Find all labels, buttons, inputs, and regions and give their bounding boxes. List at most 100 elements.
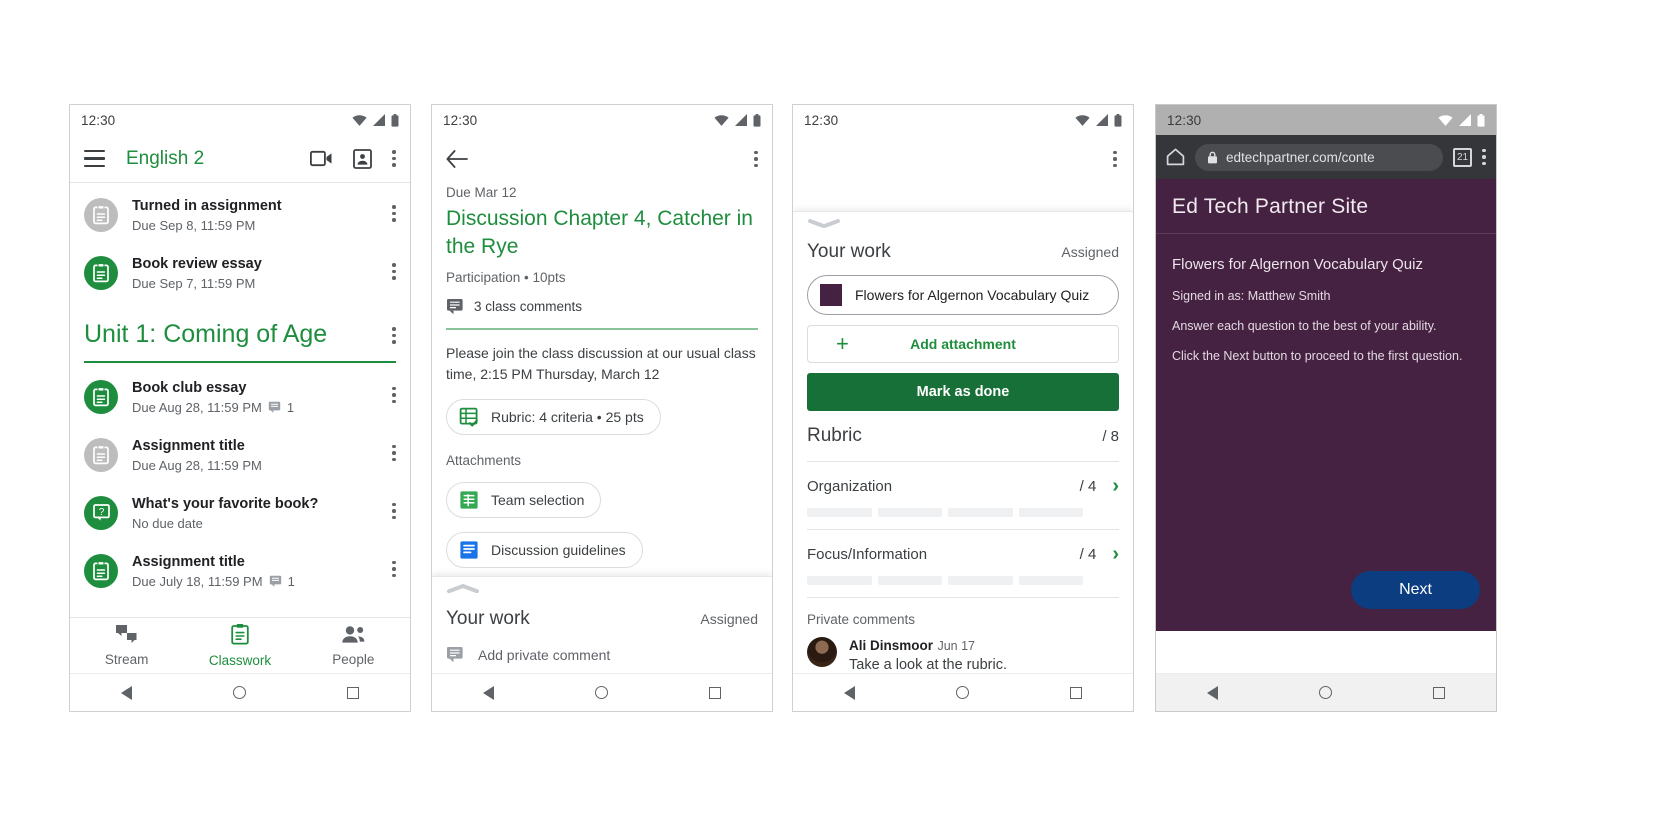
tab-classwork[interactable]: Classwork [183, 623, 296, 668]
status-icons [1075, 113, 1122, 127]
attachment-chip-quiz[interactable]: Flowers for Algernon Vocabulary Quiz [807, 275, 1119, 315]
rubric-criterion-focus-information[interactable]: Focus/Information / 4 › [807, 544, 1119, 585]
list-item-overflow-icon[interactable] [386, 379, 396, 403]
next-button[interactable]: Next [1351, 571, 1480, 609]
rubric-chip[interactable]: Rubric: 4 criteria • 25 pts [446, 398, 661, 435]
nav-home-icon[interactable] [232, 686, 246, 699]
list-item-overflow-icon[interactable] [386, 197, 396, 222]
class-comments-row[interactable]: 3 class comments [446, 298, 758, 315]
overflow-menu-icon[interactable] [1482, 148, 1486, 166]
add-attachment-label: Add attachment [910, 336, 1016, 352]
android-nav-bar [1156, 673, 1496, 711]
list-item-text: Book review essay Due Sep 7, 11:59 PM [132, 255, 386, 293]
tab-count-icon[interactable]: 21 [1453, 147, 1472, 167]
nav-back-icon[interactable] [482, 685, 494, 700]
nav-home-icon[interactable] [594, 686, 608, 699]
overflow-menu-icon[interactable] [1113, 150, 1117, 168]
class-card-icon[interactable] [353, 148, 372, 169]
status-icons [352, 113, 399, 127]
battery-icon [1114, 113, 1122, 127]
list-item-subtitle: Due Aug 28, 11:59 PM [132, 456, 386, 475]
nav-recents-icon[interactable] [1070, 686, 1083, 699]
assignment-icon [84, 379, 118, 414]
top-assignment-list: Turned in assignment Due Sep 8, 11:59 PM… [70, 183, 410, 303]
due-text: Due Aug 28, 11:59 PM [132, 399, 262, 415]
nav-home-icon[interactable] [955, 686, 969, 699]
list-item[interactable]: ? What's your favorite book? No due date [70, 485, 410, 543]
unit-assignment-list: Book club essay Due Aug 28, 11:59 PM 1 A… [70, 365, 410, 601]
tab-stream[interactable]: Stream [70, 624, 183, 667]
due-text: Due Sep 8, 11:59 PM [132, 218, 256, 233]
add-private-comment[interactable]: Add private comment [446, 646, 758, 663]
nav-back-icon[interactable] [1206, 685, 1218, 700]
bottom-tab-bar: Stream Classwork People [70, 617, 410, 673]
list-item-subtitle: Due July 18, 11:59 PM 1 [132, 572, 386, 591]
list-item-title: Assignment title [132, 553, 245, 570]
list-item-overflow-icon[interactable] [386, 553, 396, 577]
nav-home-icon[interactable] [1318, 686, 1332, 699]
site-title: Ed Tech Partner Site [1172, 195, 1369, 218]
hamburger-icon[interactable] [84, 150, 105, 167]
attachment-count: 1 [286, 399, 295, 415]
list-item[interactable]: Book review essay Due Sep 7, 11:59 PM [70, 245, 410, 303]
attachment-chip-docs[interactable]: Discussion guidelines [446, 531, 643, 568]
your-work-title: Your work [807, 241, 891, 262]
nav-recents-icon[interactable] [709, 686, 722, 699]
phone-classwork-list: 12:30 English 2 Turned in assignment Due… [69, 104, 411, 712]
add-private-comment-label: Add private comment [478, 646, 611, 663]
list-item[interactable]: Book club essay Due Aug 28, 11:59 PM 1 [70, 369, 410, 427]
instruction-line-1: Answer each question to the best of your… [1172, 319, 1437, 333]
add-attachment-button[interactable]: + Add attachment [807, 325, 1119, 363]
browser-toolbar: edtechpartner.com/conte 21 [1156, 135, 1496, 179]
web-page: Ed Tech Partner Site Flowers for Algerno… [1156, 179, 1496, 631]
attachment-chip-sheets[interactable]: Team selection [446, 481, 602, 518]
list-item[interactable]: Assignment title Due Aug 28, 11:59 PM [70, 427, 410, 485]
address-bar[interactable]: edtechpartner.com/conte [1195, 143, 1443, 171]
nav-recents-icon[interactable] [1433, 686, 1446, 699]
nav-recents-icon[interactable] [347, 686, 360, 699]
overflow-menu-icon[interactable] [392, 150, 396, 167]
due-text: Due Sep 7, 11:59 PM [132, 276, 256, 291]
tab-people[interactable]: People [297, 625, 410, 667]
list-item-text: Book club essay Due Aug 28, 11:59 PM 1 [132, 379, 386, 417]
list-item-overflow-icon[interactable] [386, 255, 396, 280]
criterion-name: Organization [807, 477, 893, 495]
chevron-up-icon[interactable] [446, 584, 480, 594]
mark-as-done-button[interactable]: Mark as done [807, 373, 1119, 411]
nav-back-icon[interactable] [843, 685, 855, 700]
phone-browser-quiz: 12:30 edtechpartner.com/conte 21 Ed Tech… [1155, 104, 1497, 712]
battery-icon [391, 113, 399, 127]
page-title: English 2 [126, 147, 205, 169]
overflow-menu-icon[interactable] [754, 150, 758, 168]
divider [807, 461, 1119, 462]
list-item[interactable]: Assignment title Due July 18, 11:59 PM 1 [70, 543, 410, 601]
quiz-title: Flowers for Algernon Vocabulary Quiz [1172, 256, 1423, 273]
signal-icon [373, 114, 385, 126]
unit-overflow-icon[interactable] [392, 327, 396, 344]
lock-icon [1208, 151, 1217, 163]
app-bar-actions [310, 148, 396, 169]
tab-label: People [332, 651, 375, 667]
status-icons [1438, 113, 1485, 127]
list-item[interactable]: Turned in assignment Due Sep 8, 11:59 PM [70, 187, 410, 245]
docs-icon [460, 540, 478, 559]
back-arrow-icon[interactable] [446, 150, 468, 168]
chevron-right-icon[interactable]: › [1112, 476, 1119, 496]
comment-icon [447, 299, 463, 315]
list-item-overflow-icon[interactable] [386, 437, 396, 461]
rubric-criterion-organization[interactable]: Organization / 4 › [807, 476, 1119, 517]
comment-text: Take a look at the rubric. [849, 657, 1007, 673]
home-icon[interactable] [1166, 148, 1185, 166]
video-camera-icon[interactable] [310, 150, 333, 167]
nav-back-icon[interactable] [120, 685, 132, 700]
address-bar-url: edtechpartner.com/conte [1226, 149, 1375, 165]
app-bar [793, 135, 1133, 183]
comment-author: Ali Dinsmoor [849, 638, 934, 653]
android-nav-bar [793, 673, 1133, 711]
list-item-overflow-icon[interactable] [386, 495, 396, 519]
chevron-down-icon[interactable] [807, 219, 841, 229]
list-item-subtitle: No due date [132, 514, 386, 533]
chevron-right-icon[interactable]: › [1112, 544, 1119, 564]
status-time: 12:30 [443, 112, 478, 128]
rubric-chip-label: Rubric: 4 criteria • 25 pts [491, 408, 644, 425]
